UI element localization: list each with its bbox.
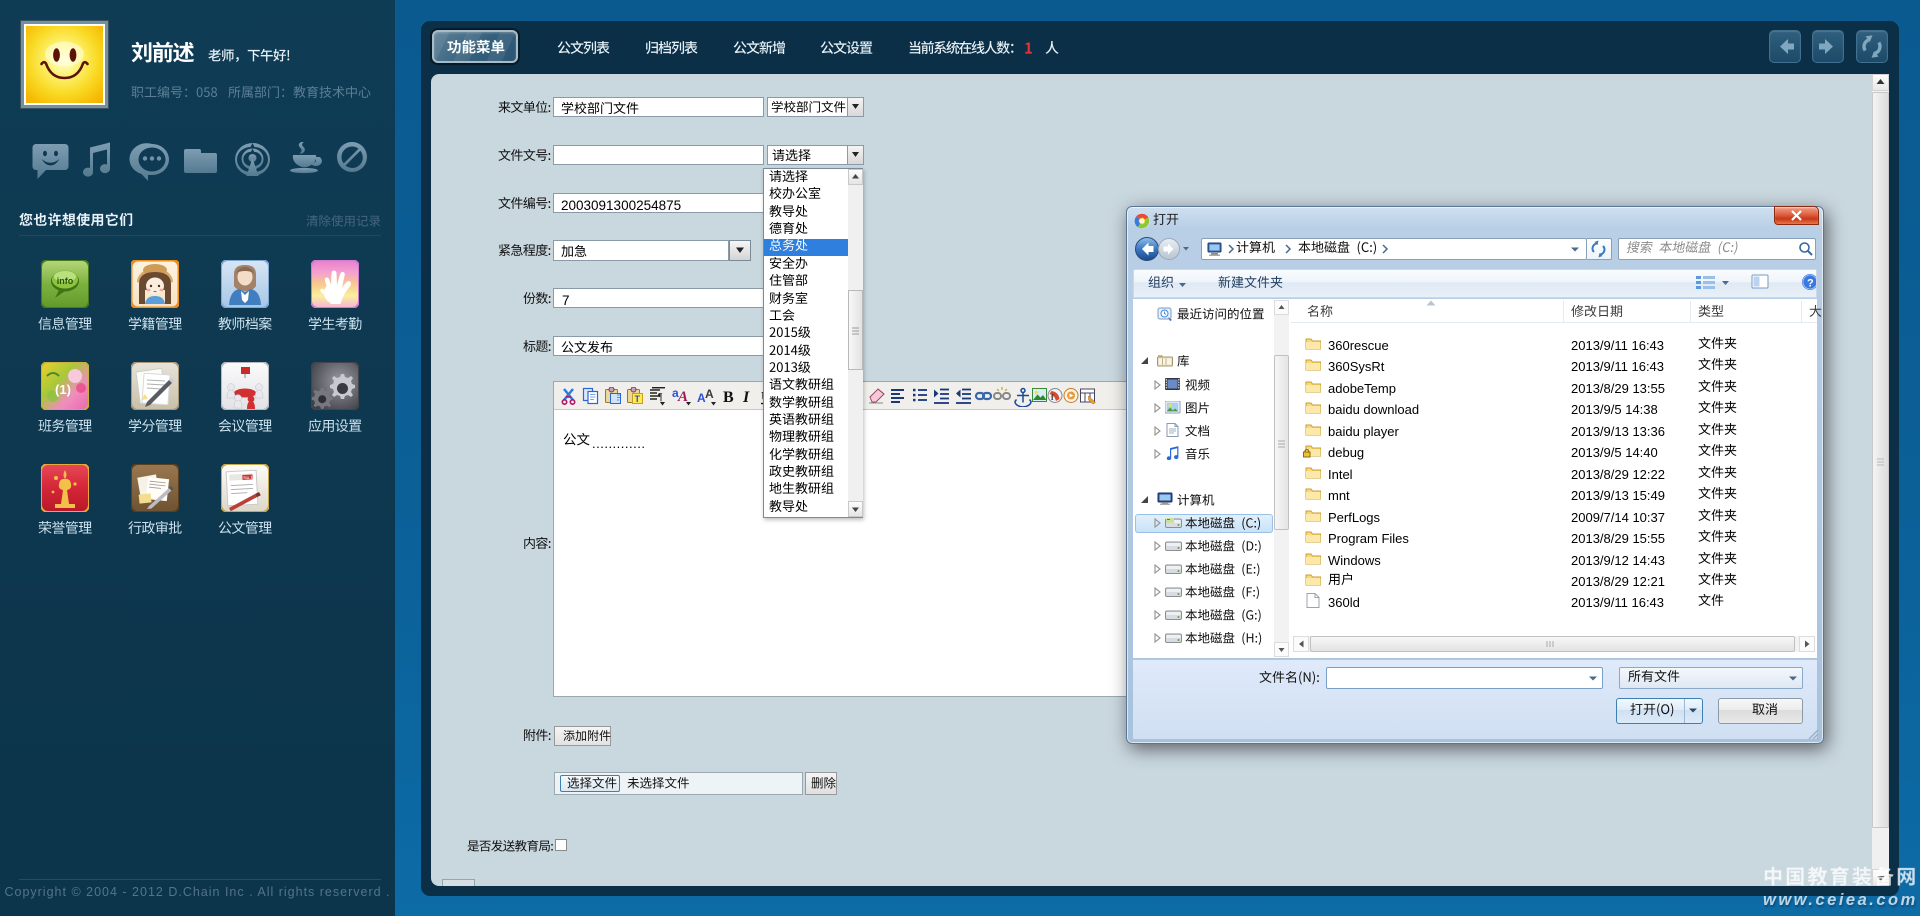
svg-text:T: T <box>635 394 641 404</box>
svg-text:A: A <box>677 389 688 405</box>
svg-text:info: info <box>57 276 74 286</box>
svg-text:(1): (1) <box>55 382 71 397</box>
svg-text:¶: ¶ <box>658 392 663 403</box>
svg-text:A: A <box>705 387 714 401</box>
svg-text:f: f <box>1051 393 1054 402</box>
svg-text:?: ? <box>1807 278 1814 290</box>
svg-text:B: B <box>723 389 734 406</box>
svg-text:No.1: No.1 <box>243 475 253 481</box>
svg-text:I: I <box>742 389 750 406</box>
